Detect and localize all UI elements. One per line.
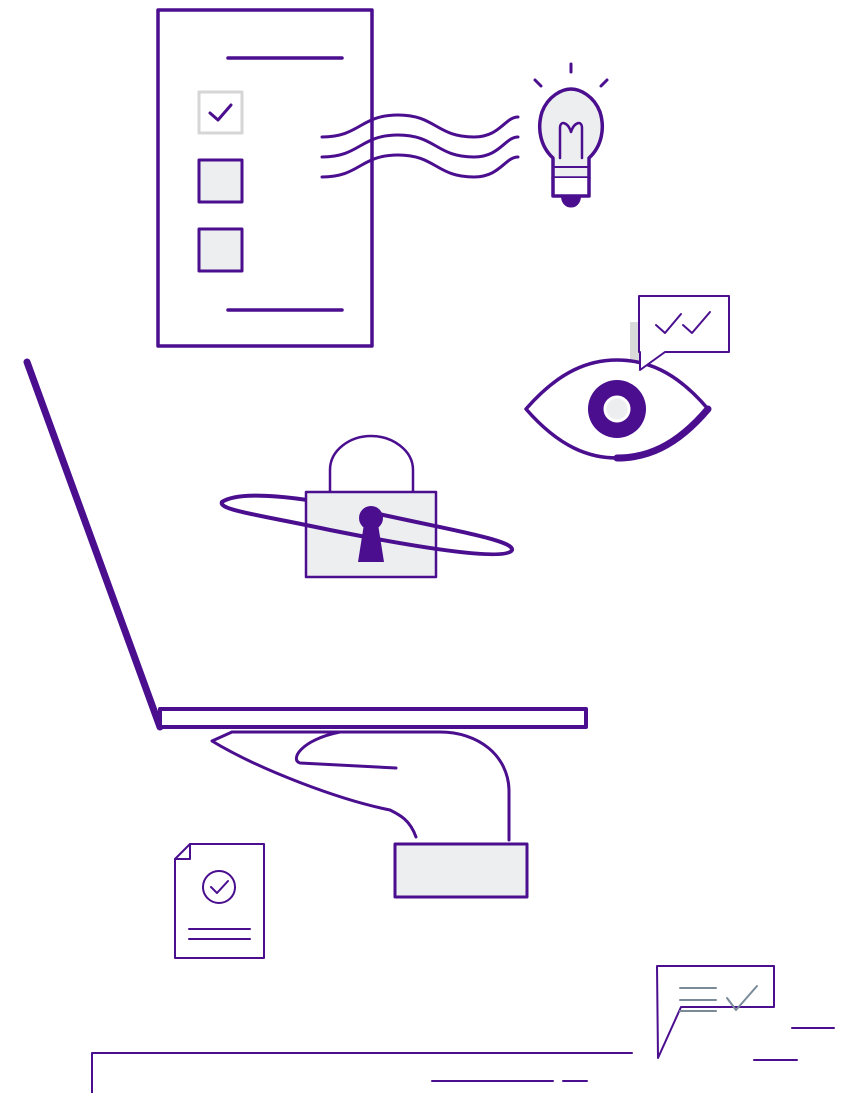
illustration-canvas [23, 8, 835, 1093]
sleeve-cuff [393, 842, 529, 899]
checklist-document [156, 8, 374, 348]
padlock-icon [219, 434, 514, 579]
chat-checklist-icon [656, 965, 775, 1059]
checkbox-empty [197, 227, 244, 273]
bottom-frame [91, 1027, 835, 1093]
laptop-base [158, 707, 588, 729]
double-check-chat-icon [638, 295, 730, 371]
approved-document-icon [174, 843, 265, 959]
checkbox-empty [197, 158, 244, 204]
document-sheet [156, 8, 374, 348]
checkbox-checked [197, 90, 244, 135]
light-bulb-icon [533, 62, 609, 208]
